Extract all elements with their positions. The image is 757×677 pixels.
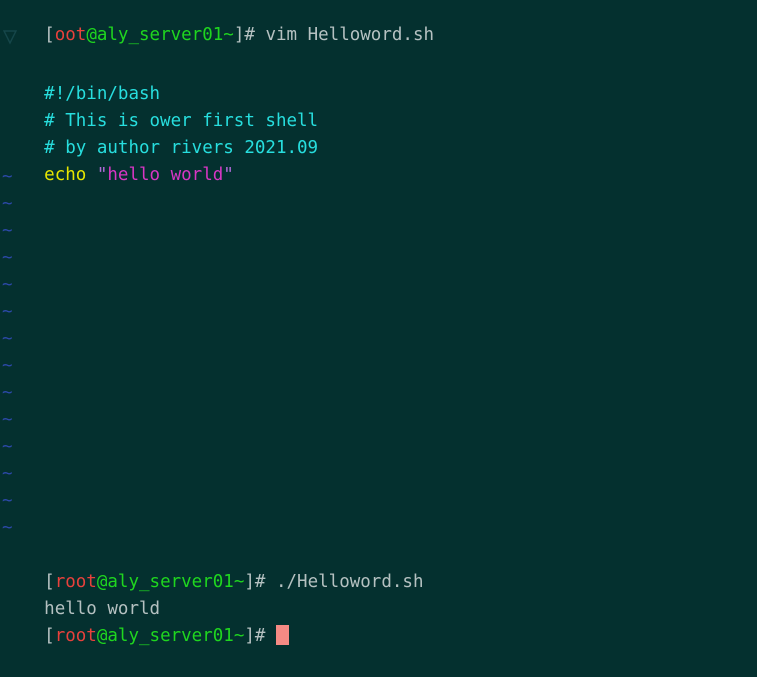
terminal-window[interactable]: [oot@aly_server01~]# vim Helloword.sh #!…: [0, 0, 757, 646]
prompt-bracket-open: [: [44, 25, 55, 45]
prompt-bracket-open: [: [44, 626, 55, 646]
editor-line-comment-description[interactable]: # This is ower first shell: [2, 81, 318, 131]
vim-filler-tilde: ~: [2, 383, 13, 403]
string-quote-close: ": [223, 165, 234, 185]
vim-filler-tilde: ~: [2, 518, 13, 538]
vim-filler-tilde: ~: [2, 167, 13, 187]
prompt-bracket-close: ]#: [244, 626, 266, 646]
vim-filler-tilde: ~: [2, 437, 13, 457]
vim-filler-tilde: ~: [2, 248, 13, 268]
prompt-bracket-close: ]#: [233, 25, 255, 45]
vim-filler-tilde: ~: [2, 491, 13, 511]
string-quote-open: ": [96, 165, 108, 185]
triangle-down-outline-icon: [2, 28, 18, 48]
editor-line-echo[interactable]: echo "hello world": [2, 135, 234, 185]
prompt-spacer: [265, 626, 276, 646]
run-script-command: ./Helloword.sh: [265, 572, 424, 592]
vim-filler-tilde-column: ~ ~ ~ ~ ~ ~ ~ ~ ~ ~ ~ ~ ~ ~: [2, 164, 24, 542]
prompt-host: @aly_server01~: [96, 626, 245, 646]
echo-keyword: echo: [44, 165, 97, 185]
string-literal: hello world: [107, 165, 224, 185]
vim-filler-tilde: ~: [2, 194, 13, 214]
vim-filler-tilde: ~: [2, 464, 13, 484]
vim-filler-tilde: ~: [2, 356, 13, 376]
shell-prompt-line-active[interactable]: [root@aly_server01~]#: [2, 596, 289, 646]
vim-filler-tilde: ~: [2, 410, 13, 430]
prompt-user: oot: [54, 25, 87, 45]
text-cursor[interactable]: [276, 625, 289, 645]
prompt-host: @aly_server01~: [86, 25, 234, 45]
prompt-user: root: [54, 626, 97, 646]
editor-line-shebang[interactable]: #!/bin/bash: [2, 54, 160, 104]
vim-filler-tilde: ~: [2, 275, 13, 295]
vim-command-text: vim Helloword.sh: [254, 25, 435, 45]
vim-filler-tilde: ~: [2, 302, 13, 322]
vim-filler-tilde: ~: [2, 329, 13, 349]
script-output-line: hello world: [2, 569, 160, 619]
vim-filler-tilde: ~: [2, 221, 13, 241]
shell-prompt-line-run: [root@aly_server01~]# ./Helloword.sh: [2, 542, 423, 592]
prompt-bracket-close: ]#: [244, 572, 266, 592]
vim-invocation-line: [oot@aly_server01~]# vim Helloword.sh: [2, 0, 434, 45]
editor-line-comment-author[interactable]: # by author rivers 2021.09: [2, 108, 318, 158]
